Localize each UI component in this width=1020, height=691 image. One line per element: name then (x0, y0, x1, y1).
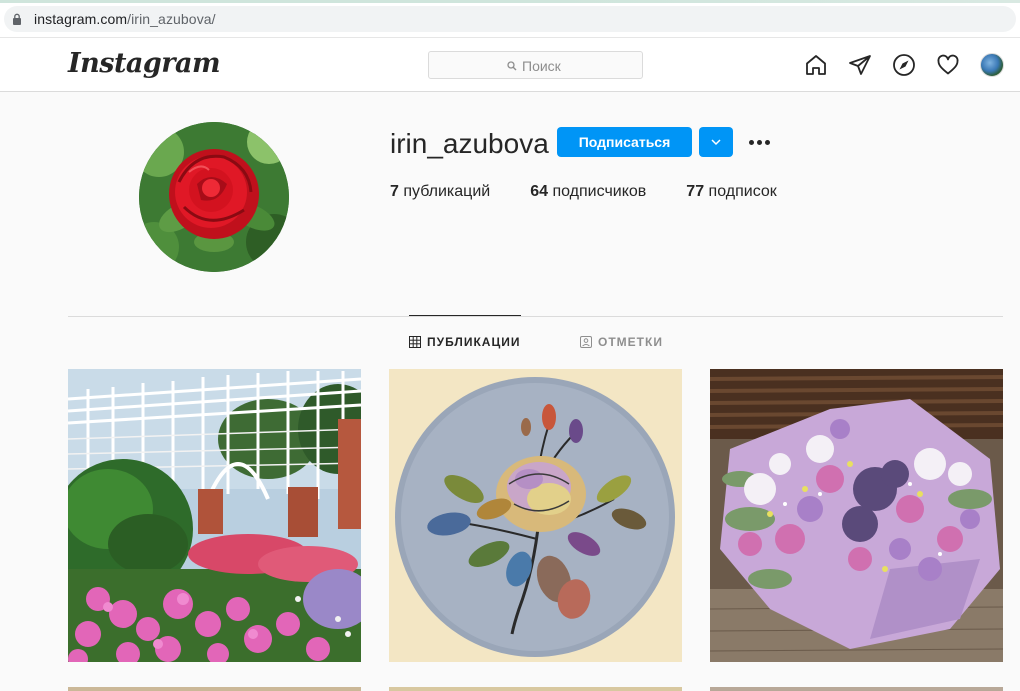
tab-tagged[interactable]: ОТМЕТКИ (580, 335, 663, 349)
flower-bouquet-image (710, 369, 1003, 662)
tab-posts-label: ПУБЛИКАЦИИ (427, 335, 521, 349)
activity-heart-icon[interactable] (935, 52, 961, 78)
post-row-2-edge-3 (710, 687, 1003, 691)
dot-icon (764, 139, 770, 145)
follow-button[interactable]: Подписаться (557, 127, 692, 157)
post-tile-2[interactable] (389, 369, 682, 662)
followers-stat[interactable]: 64 подписчиков (530, 183, 646, 201)
followers-count: 64 (530, 183, 549, 200)
post-tile-1[interactable] (68, 369, 361, 662)
direct-icon[interactable] (847, 52, 873, 78)
search-placeholder: Поиск (522, 58, 561, 74)
profile-picture[interactable] (139, 122, 289, 272)
lock-icon (13, 13, 21, 25)
profile-avatar-image (980, 53, 1004, 77)
browser-address-bar: instagram.com/irin_azubova/ (0, 0, 1020, 38)
post-row-2-edge-1 (68, 687, 361, 691)
following-count: 77 (686, 183, 705, 200)
search-placeholder-group: Поиск (507, 58, 561, 74)
dot-icon (756, 139, 762, 145)
instagram-logo[interactable]: Instagram (68, 48, 221, 79)
url-path: /irin_azubova/ (127, 11, 216, 27)
explore-icon[interactable] (891, 52, 917, 78)
instagram-nav: Instagram Поиск (0, 38, 1020, 92)
post-row-2-edge-2 (389, 687, 682, 691)
profile-username: irin_azubova (390, 128, 549, 159)
following-stat[interactable]: 77 подписок (686, 183, 776, 201)
rose-image (139, 122, 289, 272)
following-label: подписок (708, 183, 777, 200)
tab-posts[interactable]: ПУБЛИКАЦИИ (409, 335, 520, 349)
search-icon (507, 61, 517, 71)
suggested-dropdown-button[interactable] (699, 127, 733, 157)
tabs-divider (68, 316, 1003, 317)
garden-pergola-image (68, 369, 361, 662)
post-tile-3[interactable] (710, 369, 1003, 662)
active-tab-indicator (409, 315, 521, 316)
painted-rose-board-image (389, 369, 682, 662)
tagged-icon (580, 336, 592, 348)
dot-icon (748, 139, 754, 145)
posts-stat: 7 публикаций (390, 183, 490, 201)
profile-avatar[interactable] (979, 52, 1005, 78)
profile-stats: 7 публикаций 64 подписчиков 77 подписок (390, 183, 817, 201)
more-options-button[interactable] (746, 131, 772, 153)
browser-top-line (0, 0, 1020, 3)
nav-icons (803, 52, 1005, 78)
followers-label: подписчиков (552, 183, 647, 200)
posts-count: 7 (390, 183, 399, 200)
url-host: instagram.com (34, 11, 128, 27)
tab-tagged-label: ОТМЕТКИ (598, 335, 663, 349)
home-icon[interactable] (803, 52, 829, 78)
chevron-down-icon (711, 139, 721, 146)
posts-label: публикаций (403, 183, 491, 200)
url-text[interactable]: instagram.com/irin_azubova/ (34, 11, 216, 27)
search-input[interactable]: Поиск (428, 51, 643, 79)
grid-icon (409, 336, 421, 348)
